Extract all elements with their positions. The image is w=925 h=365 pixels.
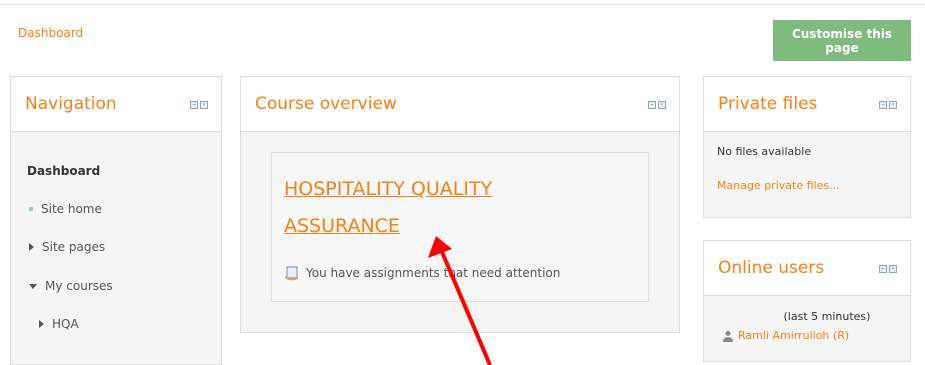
- online-users-title: Online users: [718, 258, 825, 278]
- hide-block-icon[interactable]: –: [190, 101, 198, 109]
- navigation-block: Navigation – ‹ Dashboard Site home Site …: [10, 76, 222, 365]
- private-files-block-controls: – ‹: [879, 101, 897, 109]
- hide-block-icon[interactable]: –: [879, 265, 887, 273]
- top-bar: [0, 0, 925, 5]
- nav-item-hqa[interactable]: HQA: [39, 317, 79, 331]
- chevron-down-icon: [29, 283, 37, 289]
- dock-block-icon[interactable]: ‹: [200, 101, 208, 109]
- private-files-block: Private files – ‹ No files available Man…: [703, 76, 911, 218]
- dock-block-icon[interactable]: ‹: [889, 265, 897, 273]
- online-users-block: Online users – ‹ (last 5 minutes) Ramli …: [703, 240, 911, 362]
- online-user-name: Ramli Amirrulloh (R): [738, 329, 850, 342]
- breadcrumb-dashboard[interactable]: Dashboard: [18, 26, 83, 40]
- course-overview-block-controls: – ‹: [648, 101, 666, 109]
- online-window-text: (last 5 minutes): [783, 310, 871, 323]
- online-user-item[interactable]: Ramli Amirrulloh (R): [722, 329, 849, 342]
- hide-block-icon[interactable]: –: [648, 101, 656, 109]
- nav-item-site-home[interactable]: Site home: [29, 202, 102, 216]
- navigation-title: Navigation: [25, 94, 117, 114]
- bullet-icon: [29, 207, 33, 211]
- navigation-block-header: Navigation – ‹: [11, 77, 221, 132]
- nav-item-label: Site home: [41, 202, 102, 216]
- dock-block-icon[interactable]: ‹: [889, 101, 897, 109]
- chevron-right-icon: [29, 243, 34, 251]
- course-overview-block: Course overview – ‹ HOSPITALITY QUALITY …: [240, 76, 680, 333]
- navigation-block-controls: – ‹: [190, 101, 208, 109]
- chevron-right-icon: [39, 320, 44, 328]
- course-title-link[interactable]: HOSPITALITY QUALITY ASSURANCE: [284, 171, 544, 245]
- assignment-notice-text: You have assignments that need attention: [306, 266, 561, 280]
- nav-item-my-courses[interactable]: My courses: [29, 279, 113, 293]
- no-files-text: No files available: [717, 145, 812, 158]
- user-icon: [722, 330, 734, 342]
- manage-private-files-link[interactable]: Manage private files...: [717, 179, 840, 192]
- nav-item-label: My courses: [45, 279, 113, 293]
- course-card: HOSPITALITY QUALITY ASSURANCE You have a…: [271, 152, 649, 302]
- course-overview-title: Course overview: [255, 94, 397, 114]
- course-overview-block-header: Course overview – ‹: [241, 77, 679, 132]
- hide-block-icon[interactable]: –: [879, 101, 887, 109]
- nav-item-label: HQA: [52, 317, 79, 331]
- assignment-notice: You have assignments that need attention: [284, 265, 560, 281]
- nav-dashboard[interactable]: Dashboard: [27, 164, 100, 178]
- assignment-icon: [284, 265, 300, 281]
- online-users-block-controls: – ‹: [879, 265, 897, 273]
- private-files-block-header: Private files – ‹: [704, 77, 910, 132]
- private-files-title: Private files: [718, 94, 818, 114]
- nav-item-site-pages[interactable]: Site pages: [29, 240, 105, 254]
- nav-item-label: Site pages: [42, 240, 106, 254]
- online-users-block-header: Online users – ‹: [704, 241, 910, 296]
- customise-page-button[interactable]: Customise this page: [773, 20, 911, 61]
- dock-block-icon[interactable]: ‹: [658, 101, 666, 109]
